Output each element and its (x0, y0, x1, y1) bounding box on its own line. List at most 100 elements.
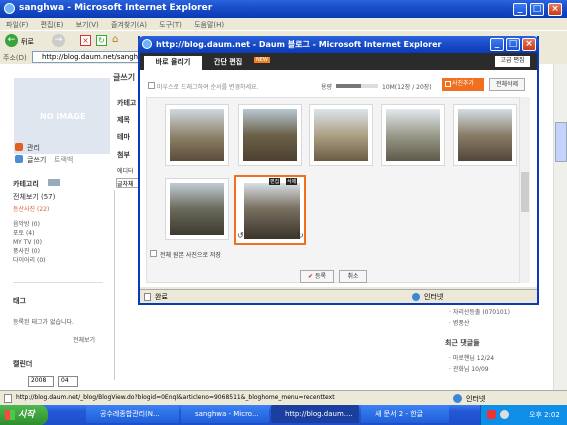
taskbar-item[interactable]: 공수레종합관리(N... (86, 405, 179, 423)
close-button[interactable]: × (548, 3, 562, 16)
new-badge: NEW (254, 57, 270, 63)
capacity-bar-fill (336, 84, 362, 88)
refresh-icon[interactable]: ↻ (96, 35, 107, 46)
tag-view-all-link[interactable]: 전체보기 (73, 336, 95, 345)
year-select[interactable]: 2008 (28, 376, 54, 387)
start-button[interactable]: 시작 (0, 405, 48, 425)
comment-item[interactable]: · 관화님 10/09 (449, 365, 489, 374)
category-item[interactable]: 포토 (4) (13, 229, 83, 238)
category-item[interactable]: MY TV (0) (13, 238, 83, 247)
address-input[interactable]: http://blog.daum.net/sanghwa (32, 51, 140, 63)
back-icon[interactable]: ← (5, 34, 18, 47)
category-item[interactable]: 음악방 (0) (13, 220, 83, 229)
photo-thumb[interactable] (238, 104, 302, 166)
main-title-bar[interactable]: sanghwa - Microsoft Internet Explorer _ … (0, 0, 567, 18)
save-original-checkbox[interactable] (150, 250, 157, 257)
photo-thumb[interactable] (309, 104, 373, 166)
minimize-button[interactable]: _ (513, 3, 527, 16)
trackback-link[interactable]: 트랙백 (54, 155, 73, 165)
stop-icon[interactable]: × (80, 35, 91, 46)
maximize-button[interactable]: □ (530, 3, 544, 16)
cancel-button[interactable]: 취소 (339, 270, 367, 283)
photo-grid-scrollbar[interactable] (520, 97, 530, 283)
popup-window: http://blog.daum.net - Daum 블로그 - Micros… (138, 36, 539, 305)
no-image-label: NO IMAGE (40, 112, 86, 121)
month-select[interactable]: 04 (58, 376, 78, 387)
popup-maximize-button[interactable]: □ (506, 38, 520, 51)
editor-tab[interactable]: 에디터 (117, 166, 134, 175)
photo-thumb[interactable] (381, 104, 445, 166)
popup-status-zone: 인터넷 (424, 293, 444, 301)
taskbar-item[interactable]: 새 문서 2 - 한글 (361, 405, 449, 423)
capacity-bar (336, 84, 378, 88)
category-item[interactable]: 등산사진 (22) (13, 205, 83, 214)
admin-link[interactable]: 관리 (27, 143, 40, 153)
system-tray: 오후 2:02 (480, 405, 567, 425)
home-icon[interactable]: ⌂ (112, 35, 123, 46)
all-posts-link[interactable]: 전체보기 (57) (13, 193, 55, 202)
recent-comments-title: 최근 댓글들 (445, 339, 480, 347)
admin-icon (15, 143, 23, 151)
tray-icon[interactable] (500, 410, 509, 419)
main-window-title: sanghwa - Microsoft Internet Explorer (19, 3, 213, 13)
capacity-label: 용량 (321, 84, 333, 91)
rotate-left-icon[interactable]: ↺ (237, 231, 244, 240)
main-scrollbar[interactable] (553, 64, 567, 390)
font-select[interactable]: 글자체 (116, 178, 140, 188)
photo-image (170, 109, 224, 161)
write-link[interactable]: 글쓰기 (27, 155, 46, 165)
popup-status-text: 완료 (155, 293, 168, 301)
tray-icon[interactable] (487, 410, 496, 419)
popup-status-bar: 완료 인터넷 (140, 289, 537, 303)
status-url: http://blog.daum.net/_blog/BlogView.do?b… (16, 394, 335, 401)
menu-edit[interactable]: 편집(E) (41, 21, 64, 29)
advanced-edit-button[interactable]: 고급 편집 (495, 56, 530, 67)
address-label: 주소(D) (3, 54, 27, 62)
photo-thumb[interactable] (165, 104, 229, 166)
edit-photo-button[interactable]: 편집 (269, 178, 281, 185)
editor-area[interactable] (114, 190, 140, 380)
menu-bar: 파일(F) 편집(E) 보기(V) 즐겨찾기(A) 도구(T) 도움말(H) (0, 18, 567, 30)
tag-title: 태그 (13, 297, 26, 305)
forward-icon[interactable]: → (52, 34, 65, 47)
menu-tools[interactable]: 도구(T) (159, 21, 182, 29)
edit-badge-icon (48, 179, 60, 186)
photo-image (243, 109, 297, 161)
photo-image (314, 109, 368, 161)
main-scroll-thumb[interactable] (555, 122, 567, 162)
right-list-item[interactable]: · 병풍산 (449, 319, 469, 328)
capacity-text: 10M(12장 / 20장) (382, 84, 432, 91)
back-label[interactable]: 뒤로 (21, 37, 34, 47)
main-status-zone: 인터넷 (466, 395, 486, 403)
category-title: 카테고리 (13, 180, 39, 188)
right-list-item[interactable]: · 자리산등출 (070101) (449, 308, 510, 317)
add-photo-icon (445, 81, 451, 87)
photo-grid-scroll-thumb[interactable] (521, 172, 529, 212)
popup-title-bar[interactable]: http://blog.daum.net - Daum 블로그 - Micros… (138, 36, 539, 53)
taskbar-item-active[interactable]: http://blog.daum.... (271, 405, 359, 423)
write-icon (15, 155, 23, 163)
photo-thumb-selected[interactable]: 편집 삭제 ↺ ↻ (234, 175, 306, 245)
photo-thumb[interactable] (165, 178, 229, 240)
delete-all-button[interactable]: 전체삭제 (489, 78, 525, 91)
taskbar-item[interactable]: sanghwa - Micro... (181, 405, 269, 423)
delete-photo-button[interactable]: 삭제 (286, 178, 298, 185)
photo-thumb[interactable] (453, 104, 517, 166)
menu-file[interactable]: 파일(F) (6, 21, 28, 29)
menu-help[interactable]: 도움말(H) (194, 21, 224, 29)
menu-favorites[interactable]: 즐겨찾기(A) (111, 21, 147, 29)
category-item[interactable]: 다이어리 (0) (13, 256, 83, 265)
tab-simple-edit[interactable]: 간단 편집 (214, 57, 242, 67)
add-photo-button[interactable]: 사진추가 (442, 78, 484, 91)
popup-close-button[interactable]: × (522, 38, 536, 51)
rotate-right-icon[interactable]: ↻ (297, 231, 304, 240)
main-status-bar: http://blog.daum.net/_blog/BlogView.do?b… (0, 390, 567, 405)
tab-direct-upload[interactable]: 바로 올리기 (144, 56, 202, 70)
menu-view[interactable]: 보기(V) (76, 21, 99, 29)
register-button[interactable]: ✔ 등록 (300, 270, 334, 283)
form-label-category: 카테고 (117, 99, 137, 107)
category-item[interactable]: 풍사진 (0) (13, 247, 83, 256)
comment-item[interactable]: · 마로핸님 12/24 (449, 354, 494, 363)
drag-hint-checkbox[interactable] (148, 82, 155, 89)
popup-minimize-button[interactable]: _ (490, 38, 504, 51)
